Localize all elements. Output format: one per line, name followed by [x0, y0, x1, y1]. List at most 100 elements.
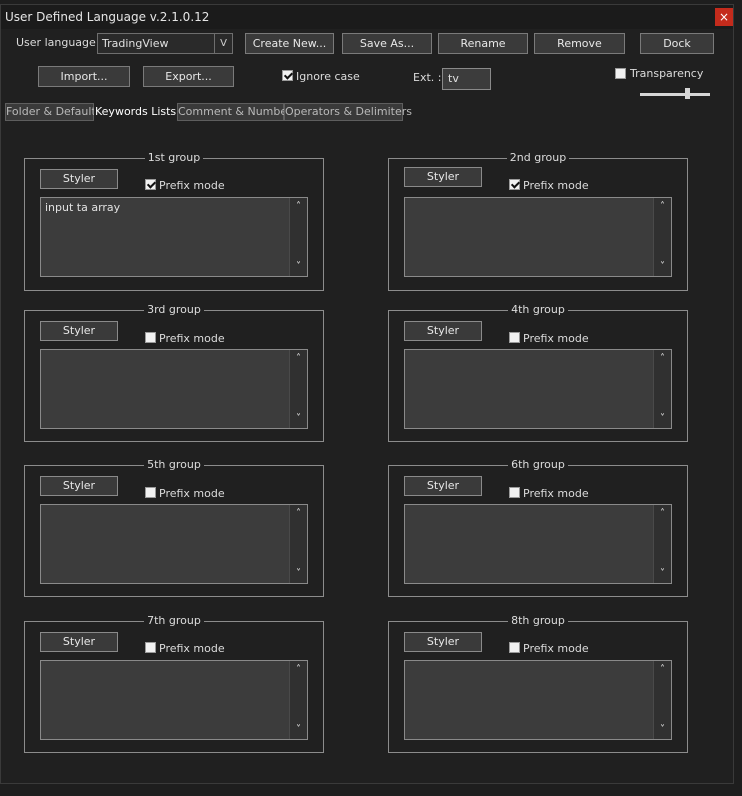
group-title: 5th group [25, 458, 323, 471]
create-new-button[interactable]: Create New... [245, 33, 334, 54]
scroll-up-icon[interactable]: ˄ [290, 663, 307, 677]
scroll-up-icon[interactable]: ˄ [290, 200, 307, 214]
prefix-mode-label: Prefix mode [159, 487, 225, 500]
user-language-select[interactable]: TradingView V [97, 33, 233, 54]
keywords-textarea[interactable]: ˄ ˅ [404, 349, 672, 429]
keywords-textarea[interactable]: ˄ ˅ [40, 504, 308, 584]
keyword-group-7: 7th group Styler Prefix mode ˄ ˅ [24, 614, 324, 753]
ignore-case-label: Ignore case [296, 70, 360, 83]
prefix-mode-label: Prefix mode [523, 332, 589, 345]
prefix-mode-label: Prefix mode [523, 487, 589, 500]
udl-dialog: User Defined Language v.2.1.0.12 × User … [0, 4, 734, 784]
scrollbar[interactable]: ˄ ˅ [653, 350, 671, 428]
keyword-group-8: 8th group Styler Prefix mode ˄ ˅ [388, 614, 688, 753]
prefix-mode-checkbox[interactable] [509, 179, 520, 190]
styler-button[interactable]: Styler [404, 167, 482, 187]
scrollbar[interactable]: ˄ ˅ [653, 661, 671, 739]
keywords-lists-panel: 1st group Styler Prefix mode input ta ar… [5, 121, 727, 781]
title-bar[interactable]: User Defined Language v.2.1.0.12 × [1, 5, 733, 29]
tab-comment-number[interactable]: Comment & Number [177, 103, 292, 121]
close-button[interactable]: × [715, 8, 733, 26]
scroll-up-icon[interactable]: ˄ [654, 200, 671, 214]
scroll-up-icon[interactable]: ˄ [290, 352, 307, 366]
styler-button[interactable]: Styler [404, 476, 482, 496]
transparency-checkbox[interactable] [615, 68, 626, 79]
ext-input[interactable]: tv [442, 68, 491, 90]
prefix-mode-label: Prefix mode [159, 642, 225, 655]
scroll-down-icon[interactable]: ˅ [290, 567, 307, 581]
prefix-mode-checkbox[interactable] [145, 179, 156, 190]
prefix-mode-checkbox[interactable] [509, 642, 520, 653]
tab-keywords-lists[interactable]: Keywords Lists [94, 103, 177, 121]
keywords-textarea[interactable]: ˄ ˅ [404, 504, 672, 584]
prefix-mode-label: Prefix mode [523, 179, 589, 192]
background-editor-bottom [0, 784, 742, 796]
group-title: 8th group [389, 614, 687, 627]
keywords-textarea[interactable]: ˄ ˅ [40, 660, 308, 740]
scrollbar[interactable]: ˄ ˅ [653, 198, 671, 276]
styler-button[interactable]: Styler [40, 321, 118, 341]
prefix-mode-checkbox[interactable] [509, 487, 520, 498]
keywords-textarea[interactable]: input ta array ˄ ˅ [40, 197, 308, 277]
scroll-down-icon[interactable]: ˅ [654, 723, 671, 737]
import-button[interactable]: Import... [38, 66, 130, 87]
transparency-label: Transparency [630, 67, 704, 80]
styler-button[interactable]: Styler [40, 169, 118, 189]
chevron-down-icon[interactable]: V [214, 34, 232, 53]
scroll-up-icon[interactable]: ˄ [654, 352, 671, 366]
keyword-group-1: 1st group Styler Prefix mode input ta ar… [24, 151, 324, 291]
ignore-case-checkbox[interactable] [282, 70, 293, 81]
prefix-mode-checkbox[interactable] [145, 642, 156, 653]
styler-button[interactable]: Styler [40, 632, 118, 652]
keywords-textarea[interactable]: ˄ ˅ [40, 349, 308, 429]
keywords-text: input ta array [45, 201, 121, 214]
group-title: 4th group [389, 303, 687, 316]
scroll-up-icon[interactable]: ˄ [654, 507, 671, 521]
styler-button[interactable]: Styler [404, 321, 482, 341]
styler-button[interactable]: Styler [404, 632, 482, 652]
scroll-down-icon[interactable]: ˅ [654, 260, 671, 274]
user-language-value: TradingView [102, 37, 169, 50]
keyword-group-2: 2nd group Styler Prefix mode ˄ ˅ [388, 151, 688, 291]
rename-button[interactable]: Rename [438, 33, 528, 54]
keyword-group-5: 5th group Styler Prefix mode ˄ ˅ [24, 458, 324, 597]
prefix-mode-checkbox[interactable] [509, 332, 520, 343]
keywords-textarea[interactable]: ˄ ˅ [404, 197, 672, 277]
transparency-slider[interactable] [640, 93, 710, 96]
scrollbar[interactable]: ˄ ˅ [289, 350, 307, 428]
scroll-up-icon[interactable]: ˄ [290, 507, 307, 521]
user-language-label: User language : [16, 36, 103, 49]
prefix-mode-label: Prefix mode [159, 332, 225, 345]
scroll-up-icon[interactable]: ˄ [654, 663, 671, 677]
prefix-mode-label: Prefix mode [159, 179, 225, 192]
keywords-textarea[interactable]: ˄ ˅ [404, 660, 672, 740]
group-title: 1st group [25, 151, 323, 164]
tab-operators-delimiters[interactable]: Operators & Delimiters [284, 103, 412, 121]
keyword-group-3: 3rd group Styler Prefix mode ˄ ˅ [24, 303, 324, 442]
scroll-down-icon[interactable]: ˅ [654, 567, 671, 581]
dock-button[interactable]: Dock [640, 33, 714, 54]
scrollbar[interactable]: ˄ ˅ [289, 661, 307, 739]
scroll-down-icon[interactable]: ˅ [290, 412, 307, 426]
export-button[interactable]: Export... [143, 66, 234, 87]
scroll-down-icon[interactable]: ˅ [290, 260, 307, 274]
scroll-down-icon[interactable]: ˅ [654, 412, 671, 426]
scrollbar[interactable]: ˄ ˅ [289, 198, 307, 276]
group-title: 3rd group [25, 303, 323, 316]
prefix-mode-label: Prefix mode [523, 642, 589, 655]
transparency-slider-thumb[interactable] [684, 88, 690, 99]
scrollbar[interactable]: ˄ ˅ [653, 505, 671, 583]
tab-folder-default[interactable]: Folder & Default [5, 103, 96, 121]
remove-button[interactable]: Remove [534, 33, 625, 54]
styler-button[interactable]: Styler [40, 476, 118, 496]
prefix-mode-checkbox[interactable] [145, 332, 156, 343]
save-as-button[interactable]: Save As... [342, 33, 432, 54]
scroll-down-icon[interactable]: ˅ [290, 723, 307, 737]
scrollbar[interactable]: ˄ ˅ [289, 505, 307, 583]
group-title: 2nd group [389, 151, 687, 164]
group-title: 7th group [25, 614, 323, 627]
prefix-mode-checkbox[interactable] [145, 487, 156, 498]
keyword-group-6: 6th group Styler Prefix mode ˄ ˅ [388, 458, 688, 597]
window-title: User Defined Language v.2.1.0.12 [5, 10, 210, 24]
keyword-group-4: 4th group Styler Prefix mode ˄ ˅ [388, 303, 688, 442]
